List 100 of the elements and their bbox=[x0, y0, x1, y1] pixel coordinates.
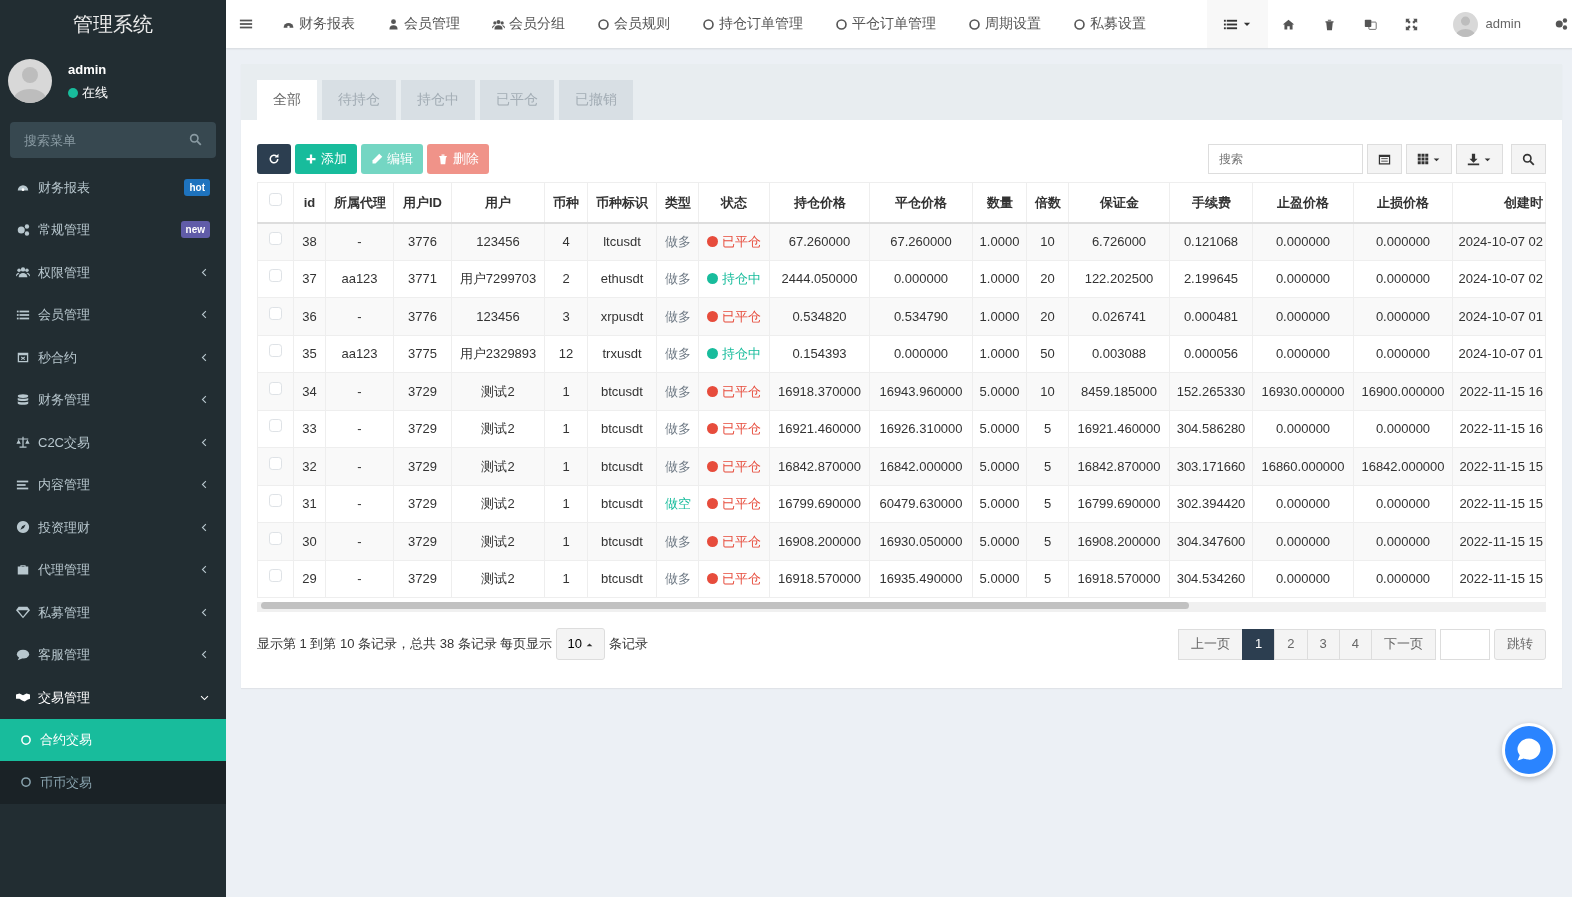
sidebar-item[interactable]: 权限管理 bbox=[0, 251, 226, 294]
table-cell: 测试2 bbox=[481, 496, 515, 511]
list-menu-button[interactable] bbox=[1206, 0, 1268, 48]
table-cell: 5.0000 bbox=[979, 421, 1020, 436]
column-header[interactable]: 创建时 bbox=[1504, 194, 1543, 210]
column-header[interactable]: 止盈价格 bbox=[1277, 194, 1329, 210]
briefcase-icon bbox=[16, 562, 30, 577]
nav-link[interactable]: 会员分组 bbox=[476, 13, 581, 35]
row-checkbox[interactable] bbox=[269, 269, 282, 282]
table-cell: 3776 bbox=[408, 308, 437, 324]
table-view-button[interactable] bbox=[1367, 144, 1402, 174]
export-button[interactable] bbox=[1456, 144, 1503, 174]
row-checkbox[interactable] bbox=[269, 381, 282, 395]
table-cell: 0.000000 bbox=[1375, 421, 1431, 436]
type-label: 做多 bbox=[664, 533, 691, 549]
jump-button[interactable]: 跳转 bbox=[1494, 628, 1546, 660]
row-checkbox[interactable] bbox=[269, 456, 282, 470]
sidebar-item[interactable]: 内容管理 bbox=[0, 463, 226, 506]
nav-link[interactable]: 会员管理 bbox=[371, 13, 476, 35]
row-checkbox[interactable] bbox=[269, 569, 282, 582]
row-checkbox[interactable] bbox=[269, 531, 282, 545]
sidebar-item[interactable]: 秒合约 bbox=[0, 336, 226, 379]
search-field[interactable]: 搜索 bbox=[1208, 144, 1363, 174]
column-header[interactable]: 手续费 bbox=[1191, 194, 1231, 210]
table-cell: 16799.690000 bbox=[1077, 496, 1161, 511]
table-cell: 1 bbox=[562, 571, 570, 586]
page-button[interactable]: 下一页 bbox=[1371, 628, 1436, 660]
nav-link[interactable]: 私募设置 bbox=[1057, 13, 1162, 35]
circle-icon bbox=[835, 17, 848, 31]
column-header[interactable]: 数量 bbox=[986, 194, 1013, 210]
page-button[interactable]: 2 bbox=[1274, 628, 1308, 660]
row-checkbox[interactable] bbox=[269, 306, 282, 320]
column-header[interactable]: 平仓价格 bbox=[895, 194, 947, 210]
nav-link[interactable]: 平仓订单管理 bbox=[819, 13, 952, 35]
row-checkbox[interactable] bbox=[269, 344, 282, 357]
page-button[interactable]: 3 bbox=[1306, 628, 1340, 660]
table-cell: btcusdt bbox=[601, 458, 643, 474]
chat-button[interactable] bbox=[1502, 723, 1556, 777]
row-checkbox[interactable] bbox=[269, 419, 282, 432]
row-checkbox[interactable] bbox=[269, 231, 282, 245]
nav-link[interactable]: 周期设置 bbox=[952, 13, 1057, 35]
sidebar-item[interactable]: 投资理财 bbox=[0, 506, 226, 549]
select-all-checkbox[interactable] bbox=[269, 192, 282, 206]
page-button[interactable]: 1 bbox=[1242, 628, 1276, 660]
table-cell: 36 bbox=[302, 308, 317, 324]
table-cell: 32 bbox=[302, 458, 317, 474]
column-header[interactable]: 保证金 bbox=[1099, 194, 1139, 210]
nav-link[interactable]: 会员规则 bbox=[581, 13, 686, 35]
table-cell: 5.0000 bbox=[979, 383, 1020, 399]
sidebar-subitem[interactable]: 币币交易 bbox=[0, 761, 226, 804]
user-name: admin bbox=[68, 60, 108, 79]
table-cell: 1 bbox=[562, 383, 570, 399]
table-cell: 1 bbox=[562, 421, 570, 436]
refresh-button[interactable] bbox=[257, 144, 291, 174]
table-cell: 16930.000000 bbox=[1261, 383, 1345, 399]
columns-button[interactable] bbox=[1406, 144, 1452, 174]
gears-icon bbox=[16, 222, 30, 237]
column-header[interactable]: 状态 bbox=[721, 194, 747, 210]
scrollbar[interactable] bbox=[261, 602, 1190, 609]
table-cell: 16921.460000 bbox=[1077, 421, 1161, 436]
sidebar-item[interactable]: 常规管理 new bbox=[0, 208, 226, 251]
circle-icon bbox=[702, 17, 715, 31]
table-cell: 0.534790 bbox=[893, 308, 949, 324]
table-cell: 0.000000 bbox=[1275, 233, 1331, 249]
table-cell: 测试2 bbox=[481, 383, 515, 399]
status-label: 已平仓 bbox=[722, 421, 761, 436]
table-cell: 16921.460000 bbox=[777, 421, 862, 436]
page-size-dropdown[interactable]: 10 bbox=[556, 628, 605, 660]
table-cell: 2022-11-15 16 bbox=[1459, 383, 1543, 399]
compass-icon bbox=[16, 520, 30, 535]
nav-link[interactable]: 财务报表 bbox=[266, 13, 371, 35]
sidebar-item[interactable]: 会员管理 bbox=[0, 293, 226, 336]
refresh-icon bbox=[268, 153, 280, 165]
status-label: 已平仓 bbox=[722, 496, 761, 511]
column-header[interactable]: 用户 bbox=[485, 194, 511, 210]
type-label: 做多 bbox=[664, 571, 691, 586]
sidebar-item[interactable]: 代理管理 bbox=[0, 548, 226, 591]
page-button[interactable]: 4 bbox=[1338, 628, 1372, 660]
table-cell: 1 bbox=[562, 496, 570, 511]
tab[interactable]: 全部 bbox=[257, 80, 317, 120]
sidebar-item[interactable]: 交易管理 bbox=[0, 676, 226, 719]
sidebar-item[interactable]: 客服管理 bbox=[0, 633, 226, 676]
sidebar-item[interactable]: C2C交易 bbox=[0, 421, 226, 464]
sidebar-item[interactable]: 财务管理 bbox=[0, 378, 226, 421]
sidebar-item[interactable]: 财务报表 hot bbox=[0, 166, 226, 209]
table-cell: btcusdt bbox=[601, 571, 643, 586]
table-cell: 16860.000000 bbox=[1261, 458, 1345, 474]
page-button[interactable]: 上一页 bbox=[1178, 628, 1244, 660]
status-label: 已平仓 bbox=[722, 383, 761, 399]
page-number-field[interactable] bbox=[1440, 628, 1490, 660]
column-header[interactable]: id bbox=[303, 194, 316, 210]
status-label: 已平仓 bbox=[722, 571, 761, 586]
menu-search-field[interactable]: 搜索菜单 bbox=[10, 122, 216, 158]
nav-link[interactable]: 持仓订单管理 bbox=[686, 13, 819, 35]
row-checkbox[interactable] bbox=[269, 494, 282, 507]
sidebar-item[interactable]: 私募管理 bbox=[0, 591, 226, 634]
search-button[interactable] bbox=[1511, 144, 1546, 174]
type-label: 做空 bbox=[664, 496, 691, 511]
user-name[interactable]: admin bbox=[1485, 14, 1521, 34]
table-cell: 用户2329893 bbox=[459, 346, 537, 361]
